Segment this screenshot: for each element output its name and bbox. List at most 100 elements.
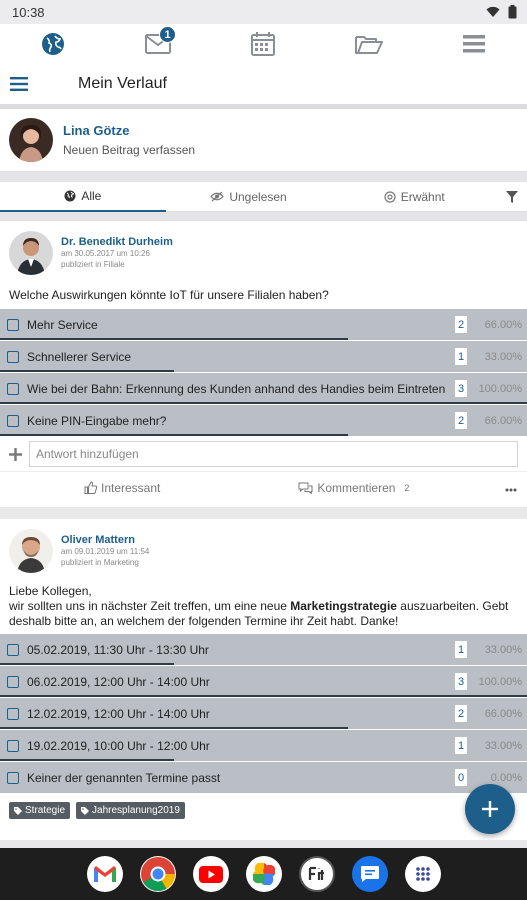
poll-checkbox[interactable] (7, 739, 19, 752)
battery-icon (508, 5, 517, 19)
messages-app[interactable] (351, 856, 388, 892)
photos-app[interactable] (245, 856, 282, 892)
post-author[interactable]: Oliver Mattern (61, 534, 149, 546)
poll-option-label: Mehr Service (27, 317, 98, 332)
gmail-app[interactable] (86, 856, 123, 892)
post-published-in: publiziert in Filiale (61, 260, 125, 269)
poll-vote-count: 0 (455, 769, 467, 786)
post-question: Welche Auswirkungen könnte IoT für unser… (9, 288, 329, 302)
chrome-icon (140, 857, 175, 891)
status-time: 10:38 (12, 4, 45, 20)
nav-list-button[interactable] (454, 26, 494, 62)
nav-globe-button[interactable] (33, 26, 73, 62)
poll-option[interactable]: 05.02.2019, 11:30 Uhr - 13:30 Uhr 1 33.00% (0, 634, 527, 666)
tab-unread[interactable]: Ungelesen (166, 182, 332, 212)
poll-option[interactable]: Wie bei der Bahn: Erkennung des Kunden a… (0, 373, 527, 405)
poll-option-label: 06.02.2019, 12:00 Uhr - 14:00 Uhr (27, 674, 210, 689)
post-composer[interactable]: Lina Götze Neuen Beitrag verfassen (0, 109, 527, 171)
poll-option[interactable]: Keine PIN-Eingabe mehr? 2 66.00% (0, 405, 527, 437)
poll-checkbox[interactable] (7, 318, 19, 331)
tag-label: Strategie (25, 805, 66, 816)
nav-folder-button[interactable] (349, 26, 389, 62)
poll-progress-bar (0, 402, 527, 404)
create-post-fab[interactable] (465, 784, 515, 834)
poll-option-label: Keiner der genannten Termine passt (27, 770, 221, 785)
filter-icon (506, 190, 519, 203)
poll-option[interactable]: 12.02.2019, 12:00 Uhr - 14:00 Uhr 2 66.00% (0, 698, 527, 730)
poll-percentage: 0.00% (490, 771, 522, 784)
like-button[interactable]: Interessant (84, 481, 160, 495)
poll-percentage: 66.00% (484, 707, 522, 720)
tab-mentioned[interactable]: Erwähnt (331, 182, 497, 212)
poll-option[interactable]: 19.02.2019, 10:00 Uhr - 12:00 Uhr 1 33.00% (0, 730, 527, 762)
tag-icon (81, 806, 90, 815)
poll-vote-count: 1 (455, 641, 467, 658)
tag-chip[interactable]: Strategie (9, 802, 71, 819)
poll-progress-bar (0, 727, 348, 729)
poll-progress-bar (0, 338, 348, 340)
eye-slash-icon (210, 191, 225, 202)
comments-icon (298, 482, 313, 494)
post-card: Dr. Benedikt Durheim am 30.05.2017 um 10… (0, 221, 527, 507)
poll-percentage: 66.00% (484, 414, 522, 427)
tag-list: Strategie Jahresplanung2019 (0, 794, 527, 827)
plus-icon[interactable] (9, 447, 22, 461)
poll-checkbox[interactable] (7, 350, 19, 363)
poll-option[interactable]: Mehr Service 2 66.00% (0, 309, 527, 341)
drawer-menu-button[interactable] (0, 64, 38, 104)
poll: Mehr Service 2 66.00% Schnellerer Service 1 3… (0, 309, 527, 437)
globe-icon (64, 190, 76, 201)
poll-option[interactable]: Keiner der genannten Termine passt 0 0.00% (0, 762, 527, 794)
like-label: Interessant (101, 480, 161, 495)
photos-icon (252, 863, 275, 885)
fit-icon (308, 866, 324, 880)
poll-vote-count: 1 (455, 737, 467, 754)
poll-checkbox[interactable] (7, 643, 19, 656)
tag-label: Jahresplanung2019 (92, 805, 180, 816)
poll-progress-bar (0, 434, 348, 436)
composer-placeholder[interactable]: Neuen Beitrag verfassen (63, 143, 195, 157)
poll-checkbox[interactable] (7, 707, 19, 720)
gmail-icon (93, 866, 116, 882)
answer-input[interactable]: Antwort hinzufügen (29, 441, 518, 467)
post-text-bold: Marketingstrategie (290, 599, 397, 613)
poll-checkbox[interactable] (7, 675, 19, 688)
poll-vote-count: 3 (455, 673, 467, 690)
post-card: Oliver Mattern am 09.01.2019 um 11:54 pu… (0, 519, 527, 840)
messages-icon (360, 866, 379, 882)
tag-chip[interactable]: Jahresplanung2019 (76, 802, 185, 819)
more-options-button[interactable] (505, 481, 517, 495)
comment-button[interactable]: Kommentieren 2 (298, 481, 409, 495)
nav-calendar-button[interactable] (243, 26, 283, 62)
poll-vote-count: 3 (455, 380, 467, 397)
divider (0, 212, 527, 221)
filter-button[interactable] (497, 190, 527, 203)
status-bar: 10:38 (0, 0, 527, 24)
chrome-app[interactable] (139, 856, 176, 892)
nav-messages-button[interactable]: 1 (138, 26, 178, 62)
top-navigation: 1 (0, 24, 527, 64)
poll-checkbox[interactable] (7, 382, 19, 395)
poll-vote-count: 1 (455, 348, 467, 365)
post-date: am 09.01.2019 um 11:54 (61, 547, 150, 556)
poll-progress-bar (0, 370, 174, 372)
poll-vote-count: 2 (455, 316, 467, 333)
poll-percentage: 100.00% (478, 382, 522, 395)
poll-option[interactable]: 06.02.2019, 12:00 Uhr - 14:00 Uhr 3 100.00… (0, 666, 527, 698)
poll-checkbox[interactable] (7, 414, 19, 427)
poll-percentage: 33.00% (484, 739, 522, 752)
app-drawer[interactable] (404, 856, 441, 892)
poll-option[interactable]: Schnellerer Service 1 33.00% (0, 341, 527, 373)
poll: 05.02.2019, 11:30 Uhr - 13:30 Uhr 1 33.00%… (0, 634, 527, 794)
poll-option-label: Wie bei der Bahn: Erkennung des Kunden a… (27, 381, 446, 396)
divider (0, 171, 527, 182)
app-dock (0, 848, 527, 900)
tab-unread-label: Ungelesen (229, 189, 287, 204)
fit-app[interactable] (298, 856, 335, 892)
poll-checkbox[interactable] (7, 771, 19, 784)
page-title: Mein Verlauf (78, 75, 167, 92)
more-horizontal-icon (505, 488, 517, 491)
tab-all[interactable]: Alle (0, 182, 166, 212)
post-author[interactable]: Dr. Benedikt Durheim (61, 236, 173, 248)
youtube-app[interactable] (192, 856, 229, 892)
